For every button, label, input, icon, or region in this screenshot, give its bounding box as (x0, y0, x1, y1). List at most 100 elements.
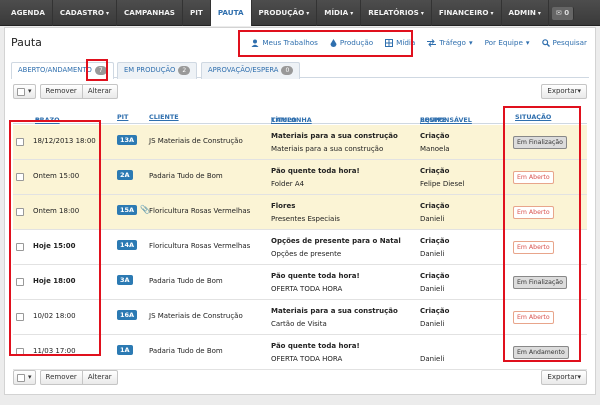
checkbox[interactable] (17, 373, 25, 382)
table-row[interactable]: Hoje 15:00 14A Floricultura Rosas Vermelha… (13, 230, 587, 265)
tab-label: EM PRODUÇÃO (124, 66, 176, 74)
titulo-cell[interactable]: Materiais para a sua construção (271, 145, 383, 153)
nav-item-admin[interactable]: ADMIN ▾ (502, 0, 549, 26)
nav-item-label: PAUTA (217, 8, 244, 17)
nav-item-relatorios[interactable]: RELATÓRIOS ▾ (361, 0, 432, 26)
table-row[interactable]: 11/03 17:00 1A Padaria Tudo de Bom Pão quen… (13, 335, 587, 370)
row-checkbox[interactable] (16, 138, 24, 146)
pesquisar-button[interactable]: Pesquisar (541, 38, 587, 47)
meus-trabalhos-button[interactable]: Meus Trabalhos (251, 38, 318, 47)
pesquisar-label: Pesquisar (552, 38, 587, 47)
status-badge[interactable]: Em Aberto (513, 171, 554, 184)
tab-aberto-andamento[interactable]: ABERTO/ANDAMENTO 7 (11, 62, 114, 79)
producao-button[interactable]: Produção (330, 38, 373, 47)
col-pit[interactable]: PIT (117, 113, 128, 121)
producao-label: Produção (339, 38, 374, 47)
responsavel-cell: Danieli (420, 320, 445, 328)
titulo-cell[interactable]: Presentes Especiais (271, 215, 340, 223)
nav-item-agenda[interactable]: AGENDA (4, 0, 53, 26)
titulo-cell[interactable]: OFERTA TODA HORA (271, 355, 342, 363)
titulo-cell[interactable]: Opções de presente (271, 250, 341, 258)
pit-badge[interactable]: 3A (117, 275, 133, 285)
top-navigation-bar: AGENDA CADASTRO ▾ CAMPANHAS PIT PAUTA PRODUÇÃO… (0, 0, 600, 26)
campanha-cell[interactable]: Opções de presente para o Natal (271, 237, 401, 245)
table-row[interactable]: Hoje 18:00 3A Padaria Tudo de Bom Pão quent… (13, 265, 587, 300)
tab-em-producao[interactable]: EM PRODUÇÃO 2 (117, 62, 198, 79)
messages-count: 0 (564, 9, 570, 17)
exportar-label: Exportar (547, 87, 578, 95)
messages-button[interactable]: ✉ 0 (551, 7, 575, 20)
table-row[interactable]: 10/02 18:00 16A JS Materiais de Construção… (13, 300, 587, 335)
select-all-dropdown[interactable]: ▾ (13, 84, 36, 99)
titulo-cell[interactable]: OFERTA TODA HORA (271, 285, 342, 293)
nav-item-pit[interactable]: PIT (183, 0, 211, 26)
titulo-cell[interactable]: Cartão de Visita (271, 320, 327, 328)
col-titulo-link[interactable]: TÍTULO (271, 116, 297, 124)
status-badge[interactable]: Em Aberto (513, 206, 554, 219)
status-badge[interactable]: Em Andamento (513, 346, 569, 359)
nav-item-cadastro[interactable]: CADASTRO ▾ (53, 0, 118, 26)
campanha-cell[interactable]: Materiais para a sua construção (271, 132, 398, 140)
campanha-cell[interactable]: Pão quente toda hora! (271, 342, 360, 350)
pit-badge[interactable]: 13A (117, 135, 138, 145)
table-row[interactable]: Ontem 15:00 2A Padaria Tudo de Bom Pão quen… (13, 160, 587, 195)
status-badge[interactable]: Em Aberto (513, 241, 554, 254)
remover-button[interactable]: Remover (39, 370, 83, 385)
campanha-cell[interactable]: Pão quente toda hora! (271, 167, 360, 175)
titulo-cell[interactable]: Folder A4 (271, 180, 304, 188)
col-situacao[interactable]: SITUAÇÃO (515, 113, 551, 121)
status-badge[interactable]: Em Finalização (513, 136, 567, 149)
nav-item-pauta[interactable]: PAUTA (210, 0, 252, 26)
exportar-dropdown[interactable]: Exportar▾ (541, 84, 587, 99)
nav-item-financeiro[interactable]: FINANCEIRO ▾ (432, 0, 502, 26)
table-row[interactable]: 18/12/2013 18:00 13A JS Materiais de Const… (13, 125, 587, 160)
campanha-cell[interactable]: Flores (271, 202, 295, 210)
cliente-cell: Floricultura Rosas Vermelhas (149, 242, 251, 250)
row-checkbox[interactable] (16, 243, 24, 251)
status-badge[interactable]: Em Aberto (513, 311, 554, 324)
row-checkbox[interactable] (16, 313, 24, 321)
responsavel-cell: Danieli (420, 250, 445, 258)
pit-badge[interactable]: 15A (117, 205, 138, 215)
exportar-dropdown[interactable]: Exportar▾ (541, 370, 587, 385)
col-responsavel-link[interactable]: RESPONSÁVEL (420, 116, 472, 124)
midia-button[interactable]: Mídia (385, 38, 415, 47)
table-row[interactable]: Ontem 18:00 15A 📎 Floricultura Rosas Vermel… (13, 195, 587, 230)
row-checkbox[interactable] (16, 348, 24, 356)
prazo-cell: 11/03 17:00 (33, 347, 76, 355)
nav-item-label: RELATÓRIOS (368, 8, 419, 17)
tab-aprovacao-espera[interactable]: APROVAÇÃO/ESPERA 0 (201, 62, 301, 79)
bulk-actions-bottom: ▾ Remover Alterar (13, 370, 118, 385)
alterar-button[interactable]: Alterar (81, 84, 118, 99)
row-checkbox[interactable] (16, 208, 24, 216)
nav-item-midia[interactable]: MÍDIA ▾ (317, 0, 362, 26)
status-badge[interactable]: Em Finalização (513, 276, 567, 289)
checkbox[interactable] (17, 87, 25, 96)
campanha-cell[interactable]: Materiais para a sua construção (271, 307, 398, 315)
pit-badge[interactable]: 14A (117, 240, 138, 250)
select-all-dropdown[interactable]: ▾ (13, 370, 36, 385)
chevron-down-icon: ▾ (28, 373, 32, 381)
row-checkbox[interactable] (16, 173, 24, 181)
chevron-down-icon: ▾ (106, 10, 110, 17)
bulk-actions-top: ▾ Remover Alterar (13, 84, 118, 99)
pit-badge[interactable]: 2A (117, 170, 133, 180)
chevron-down-icon: ▾ (577, 373, 581, 381)
row-checkbox[interactable] (16, 278, 24, 286)
search-icon (541, 38, 550, 47)
pit-badge[interactable]: 16A (117, 310, 138, 320)
chevron-down-icon: ▾ (28, 87, 32, 95)
campanha-cell[interactable]: Pão quente toda hora! (271, 272, 360, 280)
col-cliente[interactable]: CLIENTE (149, 113, 179, 121)
nav-item-producao[interactable]: PRODUÇÃO ▾ (252, 0, 318, 26)
por-equipe-dropdown[interactable]: Por Equipe ▾ (485, 38, 530, 47)
pit-badge[interactable]: 1A (117, 345, 133, 355)
nav-item-campanhas[interactable]: CAMPANHAS (117, 0, 183, 26)
alterar-button[interactable]: Alterar (81, 370, 118, 385)
nav-item-label: AGENDA (11, 8, 45, 17)
responsavel-cell: Danieli (420, 285, 445, 293)
trafego-dropdown[interactable]: Tráfego ▾ (427, 38, 473, 47)
cliente-cell: JS Materiais de Construção (149, 137, 243, 145)
chevron-down-icon: ▾ (350, 10, 354, 17)
remover-button[interactable]: Remover (39, 84, 83, 99)
